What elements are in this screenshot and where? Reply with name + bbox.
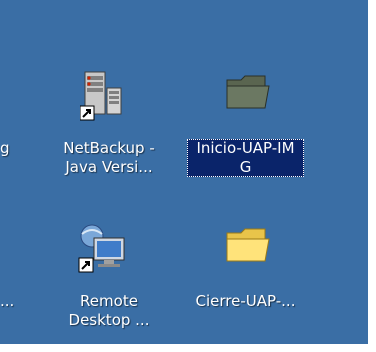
desktop[interactable]: g ... NetBackup - Java Versi... Inicio-U…	[0, 0, 368, 344]
folder-icon	[226, 75, 270, 109]
folder-icon	[226, 228, 270, 262]
inicio-folder-label[interactable]: Inicio-UAP-IM G	[187, 139, 304, 177]
partial-icon-label-top[interactable]: g	[0, 139, 10, 158]
cierre-folder-icon[interactable]	[225, 225, 271, 265]
remote-desktop-icon	[78, 224, 125, 273]
inicio-folder-icon[interactable]	[225, 72, 271, 112]
partial-icon-label-bottom[interactable]: ...	[0, 292, 14, 311]
netbackup-icon[interactable]	[79, 70, 124, 124]
remote-desktop-label[interactable]: Remote Desktop ...	[54, 292, 164, 330]
remote-desktop-icon[interactable]	[76, 222, 132, 274]
cierre-folder-label[interactable]: Cierre-UAP-...	[183, 292, 308, 311]
server-tower-icon	[79, 71, 122, 121]
netbackup-label[interactable]: NetBackup - Java Versi...	[54, 139, 164, 177]
